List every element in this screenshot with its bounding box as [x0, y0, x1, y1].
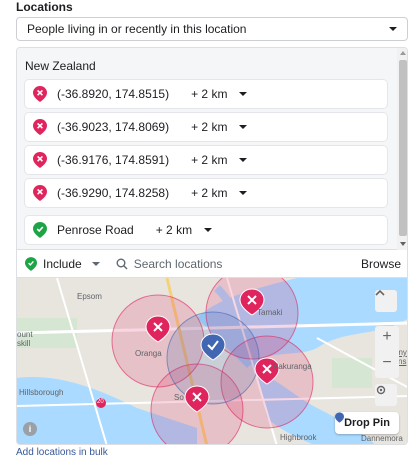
chevron-down-icon[interactable] [204, 228, 213, 232]
search-placeholder: Search locations [133, 256, 223, 271]
map-label-epsom: Epsom [77, 292, 102, 301]
map-label-tamaki: Tamaki [257, 308, 283, 317]
map-up-button[interactable] [375, 290, 397, 312]
map-label-hillsborough: Hillsborough [19, 388, 64, 397]
map-zoom-controls: + − [375, 326, 399, 378]
map-label-dannemora: Dannemora [361, 434, 403, 443]
drop-pin-button[interactable]: Drop Pin [335, 412, 399, 434]
radius-label[interactable]: + 2 km [191, 186, 227, 200]
include-dropdown[interactable]: Include [25, 257, 100, 271]
location-map[interactable]: Epsom Tamaki ount skill Oranga Botany Do… [17, 278, 407, 444]
scroll-down-icon[interactable] [400, 242, 406, 246]
location-item[interactable]: Penrose Road + 2 km [25, 216, 387, 244]
location-item[interactable]: (-36.8920, 174.8515) + 2 km [25, 80, 387, 108]
map-label-oranga: Oranga [135, 349, 162, 358]
chevron-down-icon[interactable] [239, 125, 248, 129]
exclude-pin-icon [33, 185, 47, 201]
radius-label[interactable]: + 2 km [191, 120, 227, 134]
chevron-down-icon[interactable] [239, 92, 248, 96]
search-icon [116, 258, 128, 269]
chevron-up-icon [375, 290, 385, 296]
location-search-toolbar: Include Search locations Browse [17, 250, 407, 278]
chevron-down-icon[interactable] [239, 191, 248, 195]
zoom-out-icon[interactable]: − [375, 354, 399, 372]
location-item[interactable]: (-36.9023, 174.8069) + 2 km [25, 113, 387, 141]
section-title: Locations [16, 0, 73, 14]
location-label: Penrose Road [57, 223, 134, 237]
search-locations-input[interactable]: Search locations [116, 257, 361, 271]
map-label-southdown: So n [174, 393, 195, 402]
include-label: Include [43, 256, 82, 271]
radius-label[interactable]: + 2 km [156, 223, 192, 237]
location-label: (-36.8920, 174.8515) [57, 87, 170, 101]
map-label-mount-roskill: ount skill [17, 330, 33, 348]
include-pin-icon [25, 256, 37, 271]
selected-locations-list: New Zealand (-36.8920, 174.8515) + 2 km … [17, 48, 407, 250]
country-heading: New Zealand [25, 59, 96, 73]
map-label-route-20: 20 [97, 399, 104, 405]
audience-type-value: People living in or recently in this loc… [27, 22, 247, 36]
zoom-in-icon[interactable]: + [375, 328, 399, 346]
info-icon[interactable]: i [23, 422, 37, 436]
location-label: (-36.9023, 174.8069) [57, 120, 170, 134]
chevron-down-icon [389, 27, 397, 31]
location-item[interactable]: (-36.9290, 174.8258) + 2 km [25, 179, 387, 207]
location-item[interactable]: (-36.9176, 174.8591) + 2 km [25, 146, 387, 174]
add-locations-in-bulk-link[interactable]: Add locations in bulk [16, 447, 108, 458]
exclude-pin-icon [33, 152, 47, 168]
radius-label[interactable]: + 2 km [191, 87, 227, 101]
location-label: (-36.9176, 174.8591) [57, 153, 170, 167]
map-center-button[interactable] [375, 384, 397, 406]
scroll-thumb[interactable] [399, 60, 407, 236]
chevron-down-icon[interactable] [239, 158, 248, 162]
locations-panel: New Zealand (-36.8920, 174.8515) + 2 km … [16, 47, 408, 445]
map-label-pakuranga: Pakuranga [273, 362, 312, 371]
chevron-down-icon [91, 261, 100, 266]
include-pin-icon [33, 222, 47, 238]
pin-icon [335, 412, 344, 423]
locate-icon [376, 385, 386, 395]
radius-label[interactable]: + 2 km [191, 153, 227, 167]
drop-pin-label: Drop Pin [344, 417, 390, 429]
map-label-highbrook: Highbrook [280, 433, 317, 442]
browse-button[interactable]: Browse [361, 257, 401, 271]
location-label: (-36.9290, 174.8258) [57, 186, 170, 200]
list-scrollbar[interactable] [397, 48, 407, 250]
exclude-pin-icon [33, 119, 47, 135]
audience-type-select[interactable]: People living in or recently in this loc… [16, 17, 408, 41]
scroll-up-icon[interactable] [400, 51, 406, 55]
exclude-pin-icon [33, 86, 47, 102]
